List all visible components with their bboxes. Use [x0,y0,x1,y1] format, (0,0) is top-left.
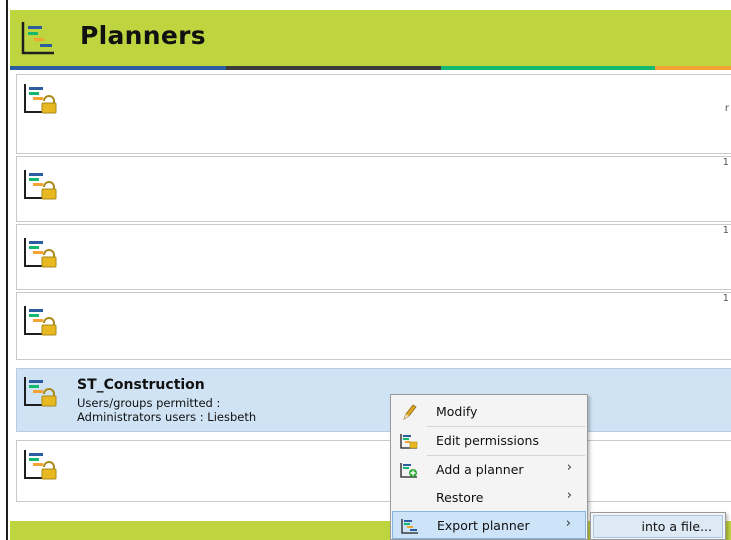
row-edge-text: 1 [722,157,729,168]
planner-row[interactable]: 1 [16,224,731,290]
planner-lock-icon [24,306,57,336]
menu-item-export-planner[interactable]: Export planner › [392,511,586,539]
planner-row[interactable] [16,440,731,502]
planner-row-selected[interactable]: ST_Construction Users/groups permitted :… [16,368,731,432]
menu-item-label: Restore [436,490,484,505]
planner-row[interactable]: 1 [16,156,731,222]
planner-admin-users: Administrators users : Liesbeth [77,410,257,424]
planner-row[interactable]: r [16,74,731,154]
planner-lock-icon [24,377,57,407]
planner-row[interactable]: 1 [16,292,731,360]
planner-name: ST_Construction [77,377,205,393]
menu-item-label: Export planner [437,518,530,533]
planner-lock-icon [24,84,57,114]
menu-item-edit-permissions[interactable]: Edit permissions [392,427,586,455]
window-left-edge [0,0,8,540]
planner-list: r 1 1 1 ST_Construction Users/groups per… [10,70,731,540]
planner-add-icon [400,463,417,478]
menu-item-modify[interactable]: Modify [392,398,586,426]
pencil-icon [403,404,417,420]
chevron-right-icon: › [565,516,571,531]
planner-lock-icon [24,450,57,480]
planner-icon [401,519,418,534]
menu-item-label: Add a planner [436,462,524,477]
planner-lock-icon [24,170,57,200]
row-edge-text: r [724,103,729,114]
menu-item-label: Edit permissions [436,433,539,448]
planner-lock-icon [400,434,418,449]
export-submenu: into a file... [590,512,726,540]
menu-item-restore[interactable]: Restore › [392,484,586,512]
context-menu: Modify Edit permissions Add a planner › … [390,394,588,540]
page-title: Planners [80,21,206,50]
menu-item-add-planner[interactable]: Add a planner › [392,456,586,484]
planner-lock-icon [24,238,57,268]
planner-icon [21,22,54,55]
menu-item-label: Modify [436,404,478,419]
chevron-right-icon: › [566,488,572,503]
submenu-item-into-file[interactable]: into a file... [593,515,723,538]
submenu-item-label: into a file... [641,519,712,534]
row-edge-text: 1 [722,293,729,304]
row-edge-text: 1 [722,225,729,236]
planner-users-permitted: Users/groups permitted : [77,396,221,410]
planners-header: Planners [10,10,731,66]
chevron-right-icon: › [566,460,572,475]
